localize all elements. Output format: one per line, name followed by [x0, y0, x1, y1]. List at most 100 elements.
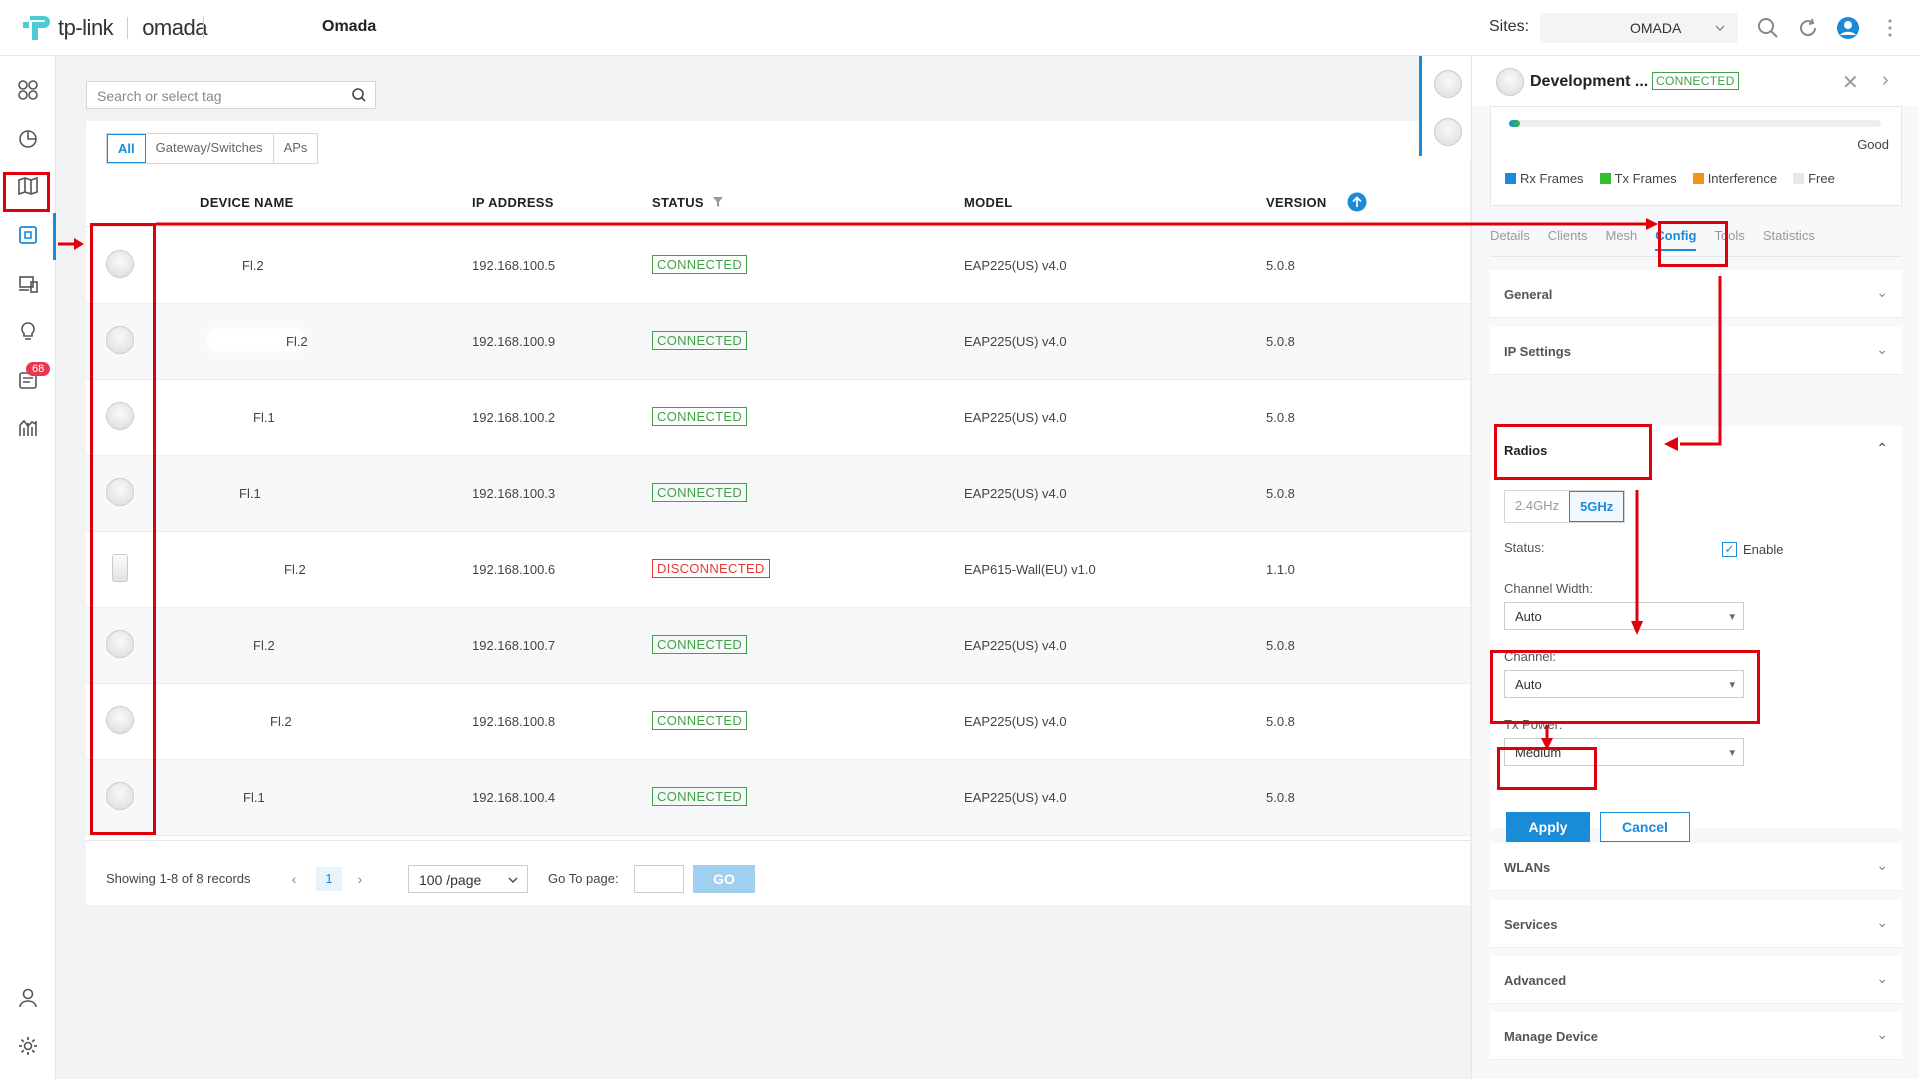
site-selected-value: OMADA — [1630, 20, 1682, 36]
device-name[interactable]: Fl.1 — [239, 486, 261, 501]
chevron-right-icon[interactable]: › — [348, 867, 372, 891]
device-ip: 192.168.100.8 — [472, 714, 556, 729]
table-row[interactable]: Fl.2 192.168.100.8 CONNECTED EAP225(US) … — [86, 684, 1470, 760]
column-status[interactable]: STATUS — [652, 195, 704, 210]
upgrade-arrow-icon[interactable] — [1347, 192, 1367, 212]
clients-icon[interactable] — [14, 270, 42, 298]
tag-search-input[interactable]: Search or select tag — [86, 81, 376, 109]
drawer-tabs: Details Clients Mesh Config Tools Statis… — [1490, 228, 1815, 251]
ap-ceiling-icon — [106, 478, 134, 506]
filter-aps[interactable]: APs — [274, 134, 318, 163]
user-avatar-icon[interactable] — [1836, 16, 1860, 40]
ap-ceiling-icon[interactable] — [1434, 70, 1462, 98]
device-version: 5.0.8 — [1266, 258, 1295, 273]
legend-item: Tx Frames — [1599, 171, 1677, 186]
column-ip-address[interactable]: IP ADDRESS — [472, 195, 554, 210]
section-manage-device[interactable]: Manage Device ⌄ — [1490, 1012, 1902, 1060]
double-chevron-up-icon[interactable]: ⌃ — [1876, 440, 1888, 457]
status-badge: CONNECTED — [652, 255, 748, 274]
section-label: Advanced — [1504, 973, 1567, 988]
table-row[interactable]: Fl.2 192.168.100.7 CONNECTED EAP225(US) … — [86, 608, 1470, 684]
devices-nav-highlight — [3, 172, 50, 212]
filter-all[interactable]: All — [107, 134, 146, 163]
reports-icon[interactable] — [14, 414, 42, 442]
logo-divider-2 — [203, 16, 204, 38]
column-model[interactable]: MODEL — [964, 195, 1012, 210]
section-general[interactable]: General ⌄ — [1490, 270, 1902, 318]
column-version[interactable]: VERSION — [1266, 195, 1327, 210]
device-ip: 192.168.100.5 — [472, 258, 556, 273]
tab-tools[interactable]: Tools — [1714, 228, 1744, 251]
ap-ceiling-icon — [106, 782, 134, 810]
device-name[interactable]: Fl.1 — [253, 410, 275, 425]
table-row[interactable]: Fl.1 192.168.100.3 CONNECTED EAP225(US) … — [86, 456, 1470, 532]
table-row[interactable]: Fl.1 192.168.100.4 CONNECTED EAP225(US) … — [86, 760, 1470, 836]
tab-mesh[interactable]: Mesh — [1606, 228, 1638, 251]
goto-label: Go To page: — [548, 871, 619, 886]
page-number[interactable]: 1 — [316, 867, 342, 891]
search-icon[interactable] — [1756, 16, 1780, 40]
account-icon[interactable] — [14, 984, 42, 1012]
cancel-button[interactable]: Cancel — [1600, 812, 1690, 842]
channel-select[interactable]: Auto ▾ — [1504, 670, 1744, 698]
band-2-4ghz[interactable]: 2.4GHz — [1505, 491, 1569, 522]
device-version: 5.0.8 — [1266, 638, 1295, 653]
double-chevron-down-icon: ⌄ — [1876, 857, 1888, 873]
goto-page-input[interactable] — [634, 865, 684, 893]
chevron-right-icon[interactable]: › — [1882, 69, 1889, 92]
double-chevron-down-icon: ⌄ — [1876, 1026, 1888, 1042]
device-name[interactable]: Fl.1 — [243, 790, 265, 805]
go-button[interactable]: GO — [693, 865, 755, 893]
band-5ghz[interactable]: 5GHz — [1569, 491, 1625, 522]
sites-label: Sites: — [1489, 18, 1530, 35]
close-icon[interactable]: ✕ — [1842, 70, 1859, 95]
statistics-icon[interactable] — [14, 124, 42, 152]
insight-icon[interactable] — [14, 318, 42, 346]
site-selector[interactable]: OMADA — [1540, 13, 1738, 43]
channel-width-value: Auto — [1515, 609, 1542, 624]
ap-ceiling-icon[interactable] — [1434, 118, 1462, 146]
section-advanced[interactable]: Advanced ⌄ — [1490, 956, 1902, 1004]
tab-statistics[interactable]: Statistics — [1763, 228, 1815, 251]
tab-clients[interactable]: Clients — [1548, 228, 1588, 251]
device-name[interactable]: Fl.2 — [242, 258, 264, 273]
column-device-name[interactable]: DEVICE NAME — [200, 195, 294, 210]
table-row[interactable]: Fl.2 192.168.100.5 CONNECTED EAP225(US) … — [86, 228, 1470, 304]
tab-config[interactable]: Config — [1655, 228, 1697, 251]
refresh-icon[interactable] — [1796, 16, 1820, 40]
dashboard-icon[interactable] — [14, 76, 42, 104]
table-row[interactable]: Fl.2 192.168.100.6 DISCONNECTED EAP615-W… — [86, 532, 1470, 608]
device-name[interactable]: Fl.2 — [286, 334, 308, 349]
section-ip-settings[interactable]: IP Settings ⌄ — [1490, 327, 1902, 375]
section-label: Radios — [1504, 443, 1548, 458]
device-name[interactable]: Fl.2 — [284, 562, 306, 577]
enable-checkbox[interactable]: ✓ Enable — [1722, 542, 1783, 557]
table-row[interactable]: Fl.1 192.168.100.2 CONNECTED EAP225(US) … — [86, 380, 1470, 456]
filter-gateway-switches[interactable]: Gateway/Switches — [146, 134, 274, 163]
more-menu-icon[interactable] — [1878, 16, 1902, 40]
chevron-down-icon: ▾ — [1729, 747, 1735, 759]
product-name: omada — [142, 15, 207, 40]
redacted-name-blur — [186, 404, 256, 428]
settings-icon[interactable] — [14, 1032, 42, 1060]
table-row[interactable]: Fl.2 192.168.100.9 CONNECTED EAP225(US) … — [86, 304, 1470, 380]
ap-ceiling-icon — [106, 630, 134, 658]
table-header: DEVICE NAME IP ADDRESS STATUS MODEL VERS… — [86, 177, 1470, 227]
channel-width-select[interactable]: Auto ▾ — [1504, 602, 1744, 630]
tx-power-select[interactable]: Medium ▾ — [1504, 738, 1744, 766]
tx-power-value: Medium — [1515, 745, 1562, 760]
chevron-left-icon[interactable]: ‹ — [282, 867, 306, 891]
filter-icon[interactable] — [712, 196, 724, 208]
apply-button[interactable]: Apply — [1506, 812, 1590, 842]
device-ip: 192.168.100.9 — [472, 334, 556, 349]
tab-details[interactable]: Details — [1490, 228, 1530, 251]
devices-icon[interactable] — [14, 221, 42, 249]
page-size-select[interactable]: 100 /page — [408, 865, 528, 893]
drawer-header: Development ... CONNECTED ✕ › — [1472, 56, 1919, 106]
device-name[interactable]: Fl.2 — [270, 714, 292, 729]
enable-label: Enable — [1743, 542, 1784, 557]
section-wlans[interactable]: WLANs ⌄ — [1490, 843, 1902, 891]
status-badge: CONNECTED — [652, 483, 748, 502]
section-services[interactable]: Services ⌄ — [1490, 900, 1902, 948]
device-name[interactable]: Fl.2 — [253, 638, 275, 653]
